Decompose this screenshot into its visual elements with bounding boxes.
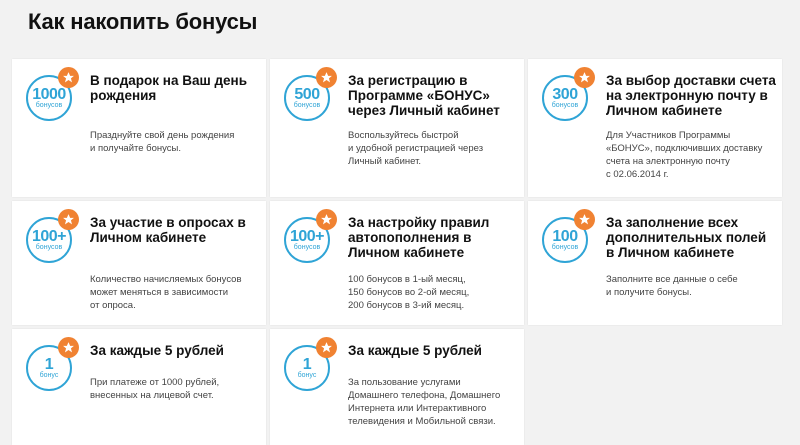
- card-title: За каждые 5 рублей: [90, 343, 224, 358]
- badge-value: 100+: [289, 227, 325, 245]
- bonus-card: 1 бонус За каждые 5 рублей За пользовани…: [270, 329, 524, 445]
- bonus-card: 100 бонусов За заполнение всех дополните…: [528, 201, 782, 325]
- card-description: Воспользуйтесь быстрой и удобной регистр…: [348, 129, 518, 168]
- card-description: При платеже от 1000 рублей, внесенных на…: [90, 376, 260, 402]
- card-description: Заполните все данные о себе и получите б…: [606, 273, 776, 299]
- badge-unit: бонусов: [35, 243, 63, 251]
- star-icon: [58, 67, 79, 88]
- badge-unit: бонусов: [293, 101, 321, 109]
- desc-line: За пользование услугами: [348, 377, 461, 388]
- bonus-card: 1 бонус За каждые 5 рублей При платеже о…: [12, 329, 266, 445]
- desc-line: с 02.06.2014 г.: [606, 169, 669, 180]
- card-title: За настройку правил автопополнения в Лич…: [348, 215, 490, 260]
- card-title: В подарок на Ваш день рождения: [90, 73, 248, 103]
- card-title: За заполнение всех дополнительных полей …: [606, 215, 767, 260]
- desc-line: «БОНУС», подключивших доставку: [606, 143, 763, 154]
- star-icon: [574, 67, 595, 88]
- card-title: За каждые 5 рублей: [348, 343, 482, 358]
- card-description: За пользование услугами Домашнего телефо…: [348, 376, 518, 428]
- desc-line: от опроса.: [90, 300, 136, 311]
- bonus-card: 500 бонусов За регистрацию в Программе «…: [270, 59, 524, 197]
- desc-line: и удобной регистрацией через: [348, 143, 484, 154]
- desc-line: Количество начисляемых бонусов: [90, 274, 242, 285]
- desc-line: Интернета или Интерактивного: [348, 403, 487, 414]
- card-description: Празднуйте свой день рождения и получайт…: [90, 129, 260, 155]
- desc-line: Заполните все данные о себе: [606, 274, 738, 285]
- bonus-card: 100+ бонусов За настройку правил автопоп…: [270, 201, 524, 325]
- card-title: За участие в опросах в Личном кабинете: [90, 215, 246, 245]
- badge-value: 100+: [31, 227, 67, 245]
- desc-line: Для Участников Программы: [606, 130, 731, 141]
- desc-line: 100 бонусов в 1-ый месяц,: [348, 274, 466, 285]
- page-title: Как накопить бонусы: [28, 9, 258, 34]
- star-icon: [316, 209, 337, 230]
- desc-line: счета на электронную почту: [606, 156, 730, 167]
- badge-unit: бонус: [297, 371, 317, 379]
- badge-value: 500: [294, 85, 320, 103]
- bonus-card: 1000 бонусов В подарок на Ваш день рожде…: [12, 59, 266, 197]
- bonus-card: 100+ бонусов За участие в опросах в Личн…: [12, 201, 266, 325]
- desc-line: телевидения и Мобильной связи.: [348, 416, 496, 427]
- badge-value: 100: [552, 227, 578, 245]
- desc-line: При платеже от 1000 рублей,: [90, 377, 220, 388]
- desc-line: и получите бонусы.: [606, 287, 692, 298]
- card-description: Количество начисляемых бонусов может мен…: [90, 273, 260, 312]
- star-icon: [316, 67, 337, 88]
- badge-value: 300: [552, 85, 578, 103]
- card-title: За регистрацию в Программе «БОНУС» через…: [348, 73, 500, 118]
- badge-unit: бонусов: [551, 243, 579, 251]
- badge-value: 1: [44, 355, 54, 373]
- card-description: 100 бонусов в 1-ый месяц, 150 бонусов во…: [348, 273, 518, 312]
- star-icon: [58, 337, 79, 358]
- badge-value: 1: [302, 355, 312, 373]
- desc-line: Домашнего телефона, Домашнего: [348, 390, 501, 401]
- desc-line: может меняться в зависимости: [90, 287, 229, 298]
- desc-line: внесенных на лицевой счет.: [90, 390, 214, 401]
- desc-line: 150 бонусов во 2-ой месяц,: [348, 287, 470, 298]
- star-icon: [58, 209, 79, 230]
- desc-line: 200 бонусов в 3-ий месяц.: [348, 300, 465, 311]
- badge-value: 1000: [32, 85, 66, 103]
- badge-unit: бонусов: [293, 243, 321, 251]
- badge-unit: бонусов: [551, 101, 579, 109]
- star-icon: [316, 337, 337, 358]
- badge-unit: бонус: [39, 371, 59, 379]
- star-icon: [574, 209, 595, 230]
- card-description: Для Участников Программы «БОНУС», подклю…: [606, 129, 776, 181]
- desc-line: и получайте бонусы.: [90, 143, 181, 154]
- desc-line: Празднуйте свой день рождения: [90, 130, 235, 141]
- desc-line: Воспользуйтесь быстрой: [348, 130, 459, 141]
- bonus-card: 300 бонусов За выбор доставки счета на э…: [528, 59, 782, 197]
- badge-unit: бонусов: [35, 101, 63, 109]
- desc-line: Личный кабинет.: [348, 156, 422, 167]
- card-title: За выбор доставки счета на электронную п…: [606, 73, 776, 118]
